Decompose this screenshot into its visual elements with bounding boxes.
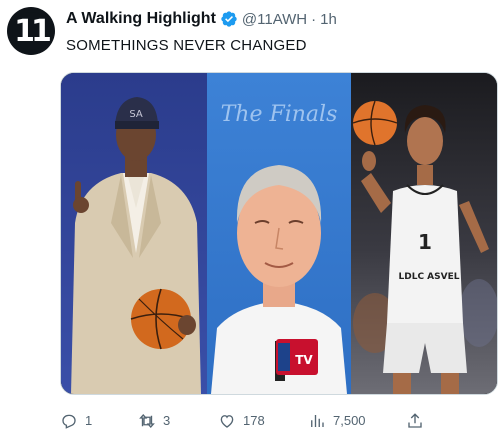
- views-icon: [311, 415, 324, 427]
- reply-count: 1: [85, 413, 93, 428]
- author-handle[interactable]: @11AWH: [242, 11, 307, 28]
- retweet-button[interactable]: 3: [138, 410, 170, 432]
- share-button[interactable]: [406, 410, 431, 432]
- svg-text:SA: SA: [129, 109, 143, 120]
- post-time[interactable]: 1h: [320, 11, 337, 28]
- separator-dot: ·: [311, 10, 317, 28]
- heart-icon: [220, 415, 234, 428]
- finals-logo: The Finals: [221, 102, 338, 127]
- author-name[interactable]: A Walking Highlight: [66, 10, 216, 28]
- jersey-sponsor: LDLC ASVEL: [399, 272, 460, 282]
- young-player-photo[interactable]: 1 LDLC ASVEL: [351, 73, 497, 394]
- action-bar: 1 3 178 7,500: [60, 410, 480, 432]
- reply-button[interactable]: 1: [60, 410, 92, 432]
- avatar-logo: 11: [14, 13, 52, 49]
- tweet-text: SOMETHINGS NEVER CHANGED: [66, 37, 307, 54]
- retweet-icon: [139, 413, 155, 429]
- avatar[interactable]: 11: [7, 7, 55, 55]
- reply-icon: [62, 414, 76, 429]
- coach-portrait[interactable]: The Finals TV: [207, 73, 351, 394]
- like-count: 178: [243, 413, 265, 428]
- tweet-header: A Walking Highlight @11AWH · 1h: [66, 8, 337, 30]
- svg-text:TV: TV: [295, 353, 313, 367]
- jersey-number: 1: [418, 230, 432, 254]
- verified-badge-icon: [221, 11, 237, 27]
- like-button[interactable]: 178: [218, 410, 265, 432]
- views-button[interactable]: 7,500: [308, 410, 366, 432]
- views-count: 7,500: [333, 413, 366, 428]
- media-grid[interactable]: SA The Finals TV 1 LDLC ASVEL: [60, 72, 498, 395]
- share-icon: [408, 413, 422, 428]
- retweet-count: 3: [163, 413, 171, 428]
- player-draft-photo[interactable]: SA: [61, 73, 207, 394]
